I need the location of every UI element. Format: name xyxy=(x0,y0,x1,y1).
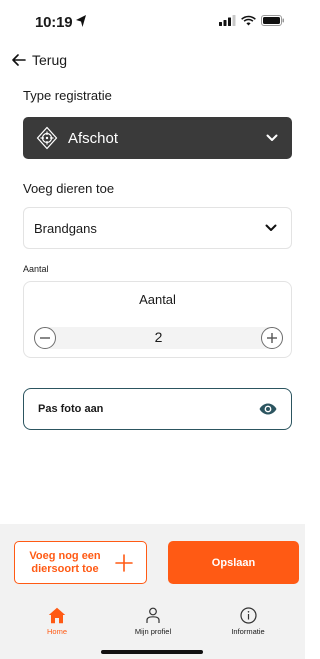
edit-photo-label: Pas foto aan xyxy=(38,403,104,415)
quantity-stepper[interactable]: 2 xyxy=(34,327,283,349)
back-button[interactable]: Terug xyxy=(12,52,67,68)
home-indicator xyxy=(101,650,203,654)
tab-info-label: Informatie xyxy=(231,627,265,636)
type-registration-select[interactable]: Afschot xyxy=(23,117,292,159)
animal-species-select[interactable]: Brandgans xyxy=(23,207,292,249)
chevron-down-icon xyxy=(266,134,278,141)
action-bar: Voeg nog een diersoort toe Opslaan xyxy=(0,524,305,603)
add-animals-heading: Voeg dieren toe xyxy=(23,181,115,196)
amount-label: Aantal xyxy=(23,264,49,274)
save-label: Opslaan xyxy=(211,556,256,569)
info-icon xyxy=(239,607,257,624)
plus-icon xyxy=(115,553,133,572)
add-species-button[interactable]: Voeg nog een diersoort toe xyxy=(14,541,147,584)
animal-species-value: Brandgans xyxy=(34,220,97,236)
tab-profile[interactable]: Mijn profiel xyxy=(113,607,193,636)
back-label: Terug xyxy=(32,52,68,68)
home-icon xyxy=(48,607,66,624)
tab-profile-label: Mijn profiel xyxy=(134,627,172,636)
battery-icon xyxy=(261,15,284,26)
amount-card-title: Aantal xyxy=(139,292,176,307)
tab-info[interactable]: Informatie xyxy=(208,607,288,636)
type-registration-value: Afschot xyxy=(68,129,119,147)
status-indicators xyxy=(219,15,285,26)
signal-icon xyxy=(219,15,236,26)
edit-photo-button[interactable]: Pas foto aan xyxy=(23,388,292,430)
amount-value[interactable]: 2 xyxy=(34,329,283,345)
eye-icon xyxy=(259,403,277,415)
minus-icon xyxy=(40,337,50,339)
amount-card: Aantal 2 xyxy=(23,281,292,358)
user-icon xyxy=(146,607,160,623)
location-arrow-icon xyxy=(76,15,86,27)
tab-home-label: Home xyxy=(46,627,67,636)
decrement-button[interactable] xyxy=(34,327,56,349)
plus-icon xyxy=(267,333,277,343)
wifi-icon xyxy=(241,15,256,26)
increment-button[interactable] xyxy=(261,327,283,349)
add-species-label: Voeg nog een diersoort toe xyxy=(29,549,101,575)
status-time: 10:19 xyxy=(35,14,73,31)
status-bar: 10:19 xyxy=(0,0,305,40)
arrow-left-icon xyxy=(12,54,26,66)
save-button[interactable]: Opslaan xyxy=(168,541,299,584)
type-registration-heading: Type registratie xyxy=(23,88,112,103)
crosshair-icon xyxy=(36,126,58,150)
chevron-down-icon xyxy=(265,224,277,231)
tab-home[interactable]: Home xyxy=(17,607,97,636)
